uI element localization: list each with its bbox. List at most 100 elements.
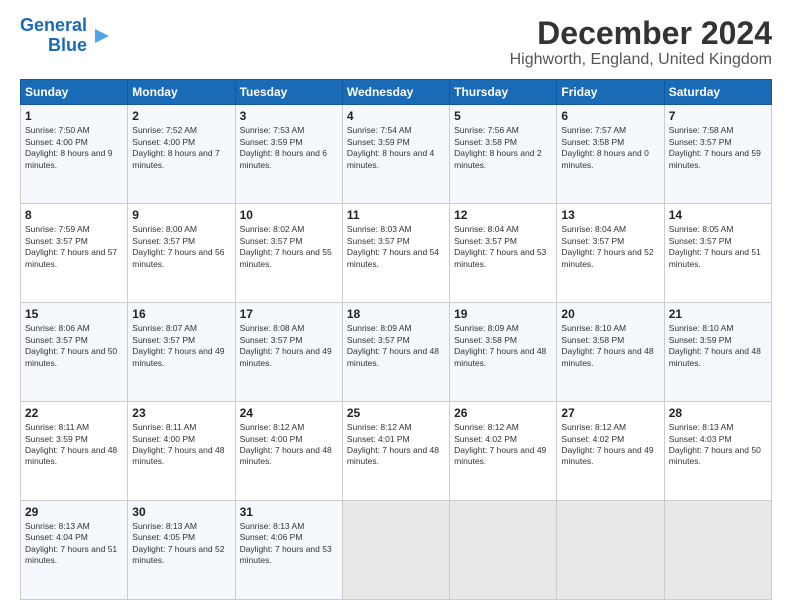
- calendar-cell: 30 Sunrise: 8:13 AM Sunset: 4:05 PM Dayl…: [128, 501, 235, 600]
- logo-text-line2: Blue: [48, 36, 87, 56]
- day-info: Sunrise: 7:56 AM Sunset: 3:58 PM Dayligh…: [454, 125, 552, 171]
- day-number: 25: [347, 406, 445, 420]
- day-info: Sunrise: 8:04 AM Sunset: 3:57 PM Dayligh…: [454, 224, 552, 270]
- calendar-cell: 21 Sunrise: 8:10 AM Sunset: 3:59 PM Dayl…: [664, 303, 771, 402]
- day-info: Sunrise: 7:57 AM Sunset: 3:58 PM Dayligh…: [561, 125, 659, 171]
- calendar-week-row: 1 Sunrise: 7:50 AM Sunset: 4:00 PM Dayli…: [21, 105, 772, 204]
- page-subtitle: Highworth, England, United Kingdom: [510, 51, 772, 69]
- day-number: 11: [347, 208, 445, 222]
- calendar-week-row: 22 Sunrise: 8:11 AM Sunset: 3:59 PM Dayl…: [21, 402, 772, 501]
- day-info: Sunrise: 8:04 AM Sunset: 3:57 PM Dayligh…: [561, 224, 659, 270]
- calendar-cell: 25 Sunrise: 8:12 AM Sunset: 4:01 PM Dayl…: [342, 402, 449, 501]
- calendar-cell: 27 Sunrise: 8:12 AM Sunset: 4:02 PM Dayl…: [557, 402, 664, 501]
- day-info: Sunrise: 7:59 AM Sunset: 3:57 PM Dayligh…: [25, 224, 123, 270]
- day-info: Sunrise: 8:03 AM Sunset: 3:57 PM Dayligh…: [347, 224, 445, 270]
- calendar-cell: 15 Sunrise: 8:06 AM Sunset: 3:57 PM Dayl…: [21, 303, 128, 402]
- calendar-cell: [342, 501, 449, 600]
- calendar-cell: 24 Sunrise: 8:12 AM Sunset: 4:00 PM Dayl…: [235, 402, 342, 501]
- day-number: 17: [240, 307, 338, 321]
- calendar-header-row: Sunday Monday Tuesday Wednesday Thursday…: [21, 80, 772, 105]
- day-number: 14: [669, 208, 767, 222]
- day-number: 20: [561, 307, 659, 321]
- page-title: December 2024: [510, 16, 772, 51]
- calendar-cell: 20 Sunrise: 8:10 AM Sunset: 3:58 PM Dayl…: [557, 303, 664, 402]
- day-number: 8: [25, 208, 123, 222]
- calendar-cell: 23 Sunrise: 8:11 AM Sunset: 4:00 PM Dayl…: [128, 402, 235, 501]
- calendar-cell: 13 Sunrise: 8:04 AM Sunset: 3:57 PM Dayl…: [557, 204, 664, 303]
- day-info: Sunrise: 8:10 AM Sunset: 3:58 PM Dayligh…: [561, 323, 659, 369]
- day-info: Sunrise: 8:02 AM Sunset: 3:57 PM Dayligh…: [240, 224, 338, 270]
- day-info: Sunrise: 7:50 AM Sunset: 4:00 PM Dayligh…: [25, 125, 123, 171]
- day-number: 13: [561, 208, 659, 222]
- calendar-cell: 5 Sunrise: 7:56 AM Sunset: 3:58 PM Dayli…: [450, 105, 557, 204]
- day-number: 22: [25, 406, 123, 420]
- day-number: 2: [132, 109, 230, 123]
- day-number: 6: [561, 109, 659, 123]
- day-number: 26: [454, 406, 552, 420]
- calendar-cell: 31 Sunrise: 8:13 AM Sunset: 4:06 PM Dayl…: [235, 501, 342, 600]
- col-saturday: Saturday: [664, 80, 771, 105]
- day-number: 15: [25, 307, 123, 321]
- day-info: Sunrise: 8:13 AM Sunset: 4:05 PM Dayligh…: [132, 521, 230, 567]
- calendar-cell: 2 Sunrise: 7:52 AM Sunset: 4:00 PM Dayli…: [128, 105, 235, 204]
- calendar-cell: 18 Sunrise: 8:09 AM Sunset: 3:57 PM Dayl…: [342, 303, 449, 402]
- page: General Blue December 2024 Highworth, En…: [0, 0, 792, 612]
- col-sunday: Sunday: [21, 80, 128, 105]
- day-number: 12: [454, 208, 552, 222]
- logo-icon: [91, 25, 113, 47]
- calendar-cell: 26 Sunrise: 8:12 AM Sunset: 4:02 PM Dayl…: [450, 402, 557, 501]
- day-number: 16: [132, 307, 230, 321]
- day-info: Sunrise: 8:11 AM Sunset: 3:59 PM Dayligh…: [25, 422, 123, 468]
- title-block: December 2024 Highworth, England, United…: [510, 16, 772, 69]
- calendar-table: Sunday Monday Tuesday Wednesday Thursday…: [20, 79, 772, 600]
- day-number: 4: [347, 109, 445, 123]
- calendar-cell: 28 Sunrise: 8:13 AM Sunset: 4:03 PM Dayl…: [664, 402, 771, 501]
- calendar-cell: [664, 501, 771, 600]
- day-info: Sunrise: 8:13 AM Sunset: 4:06 PM Dayligh…: [240, 521, 338, 567]
- calendar-cell: 22 Sunrise: 8:11 AM Sunset: 3:59 PM Dayl…: [21, 402, 128, 501]
- day-number: 24: [240, 406, 338, 420]
- calendar-cell: 12 Sunrise: 8:04 AM Sunset: 3:57 PM Dayl…: [450, 204, 557, 303]
- calendar-cell: 7 Sunrise: 7:58 AM Sunset: 3:57 PM Dayli…: [664, 105, 771, 204]
- calendar-cell: 8 Sunrise: 7:59 AM Sunset: 3:57 PM Dayli…: [21, 204, 128, 303]
- calendar-week-row: 29 Sunrise: 8:13 AM Sunset: 4:04 PM Dayl…: [21, 501, 772, 600]
- calendar-cell: 1 Sunrise: 7:50 AM Sunset: 4:00 PM Dayli…: [21, 105, 128, 204]
- day-number: 27: [561, 406, 659, 420]
- day-info: Sunrise: 8:13 AM Sunset: 4:04 PM Dayligh…: [25, 521, 123, 567]
- day-info: Sunrise: 8:12 AM Sunset: 4:02 PM Dayligh…: [561, 422, 659, 468]
- day-info: Sunrise: 8:11 AM Sunset: 4:00 PM Dayligh…: [132, 422, 230, 468]
- day-info: Sunrise: 7:53 AM Sunset: 3:59 PM Dayligh…: [240, 125, 338, 171]
- logo: General Blue: [20, 16, 113, 56]
- calendar-cell: 4 Sunrise: 7:54 AM Sunset: 3:59 PM Dayli…: [342, 105, 449, 204]
- day-number: 1: [25, 109, 123, 123]
- col-monday: Monday: [128, 80, 235, 105]
- calendar-cell: 9 Sunrise: 8:00 AM Sunset: 3:57 PM Dayli…: [128, 204, 235, 303]
- day-info: Sunrise: 8:13 AM Sunset: 4:03 PM Dayligh…: [669, 422, 767, 468]
- day-number: 28: [669, 406, 767, 420]
- calendar-week-row: 15 Sunrise: 8:06 AM Sunset: 3:57 PM Dayl…: [21, 303, 772, 402]
- calendar-cell: 29 Sunrise: 8:13 AM Sunset: 4:04 PM Dayl…: [21, 501, 128, 600]
- calendar-cell: 17 Sunrise: 8:08 AM Sunset: 3:57 PM Dayl…: [235, 303, 342, 402]
- day-info: Sunrise: 8:07 AM Sunset: 3:57 PM Dayligh…: [132, 323, 230, 369]
- day-info: Sunrise: 8:05 AM Sunset: 3:57 PM Dayligh…: [669, 224, 767, 270]
- calendar-cell: [557, 501, 664, 600]
- calendar-cell: 6 Sunrise: 7:57 AM Sunset: 3:58 PM Dayli…: [557, 105, 664, 204]
- day-number: 9: [132, 208, 230, 222]
- day-number: 31: [240, 505, 338, 519]
- day-number: 23: [132, 406, 230, 420]
- day-number: 21: [669, 307, 767, 321]
- col-friday: Friday: [557, 80, 664, 105]
- day-number: 30: [132, 505, 230, 519]
- day-info: Sunrise: 8:10 AM Sunset: 3:59 PM Dayligh…: [669, 323, 767, 369]
- day-number: 29: [25, 505, 123, 519]
- calendar-week-row: 8 Sunrise: 7:59 AM Sunset: 3:57 PM Dayli…: [21, 204, 772, 303]
- day-number: 10: [240, 208, 338, 222]
- calendar-cell: 10 Sunrise: 8:02 AM Sunset: 3:57 PM Dayl…: [235, 204, 342, 303]
- calendar-cell: 19 Sunrise: 8:09 AM Sunset: 3:58 PM Dayl…: [450, 303, 557, 402]
- calendar-cell: 16 Sunrise: 8:07 AM Sunset: 3:57 PM Dayl…: [128, 303, 235, 402]
- header: General Blue December 2024 Highworth, En…: [20, 16, 772, 69]
- col-wednesday: Wednesday: [342, 80, 449, 105]
- day-info: Sunrise: 7:52 AM Sunset: 4:00 PM Dayligh…: [132, 125, 230, 171]
- day-number: 19: [454, 307, 552, 321]
- day-info: Sunrise: 7:58 AM Sunset: 3:57 PM Dayligh…: [669, 125, 767, 171]
